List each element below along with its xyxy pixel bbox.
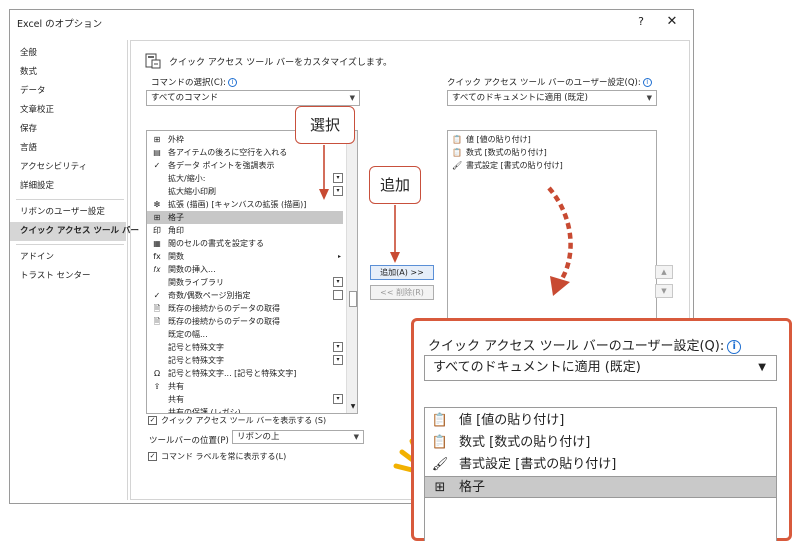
zoom-qat-command-list[interactable]: 📋 値 [値の貼り付け] 📋 数式 [数式の貼り付け] 🖌 書式設定 [書式の貼り付け] ⊞… [424, 407, 777, 541]
zoom-inset: クイック アクセス ツール バーのユーザー設定(Q): i すべてのドキュメントに… [411, 318, 792, 541]
zoom-qat-item-label: 格子 [459, 480, 486, 495]
dropdown-arrow-icon: ▼ [758, 362, 766, 373]
info-icon: i [727, 339, 742, 354]
zoom-qat-scope-combo[interactable]: すべてのドキュメントに適用 (既定) ▼ [424, 355, 777, 381]
zoom-qat-item-label: 値 [値の貼り付け] [459, 413, 565, 428]
zoom-qat-item[interactable]: 📋 数式 [数式の貼り付け] [425, 432, 776, 454]
paste-values-icon: 📋 [431, 413, 449, 428]
gridlines-icon: ⊞ [434, 480, 446, 495]
zoom-qat-item-label: 数式 [数式の貼り付け] [459, 435, 591, 450]
zoom-qat-customize-label: クイック アクセス ツール バーのユーザー設定(Q): i [428, 335, 742, 354]
zoom-qat-item[interactable]: 🖌 書式設定 [書式の貼り付け] [425, 454, 776, 476]
paste-formatting-icon: 🖌 [431, 457, 449, 472]
arrow-add [390, 205, 400, 263]
paste-formulas-icon: 📋 [431, 435, 449, 450]
zoom-qat-item-label: 書式設定 [書式の貼り付け] [459, 457, 617, 472]
arrow-zoom [547, 186, 573, 296]
zoom-qat-item[interactable]: 📋 値 [値の貼り付け] [425, 410, 776, 432]
zoom-qat-scope-value: すべてのドキュメントに適用 (既定) [433, 360, 641, 375]
arrow-select [319, 145, 329, 200]
zoom-qat-item[interactable]: ⊞ 格子 [425, 476, 776, 498]
